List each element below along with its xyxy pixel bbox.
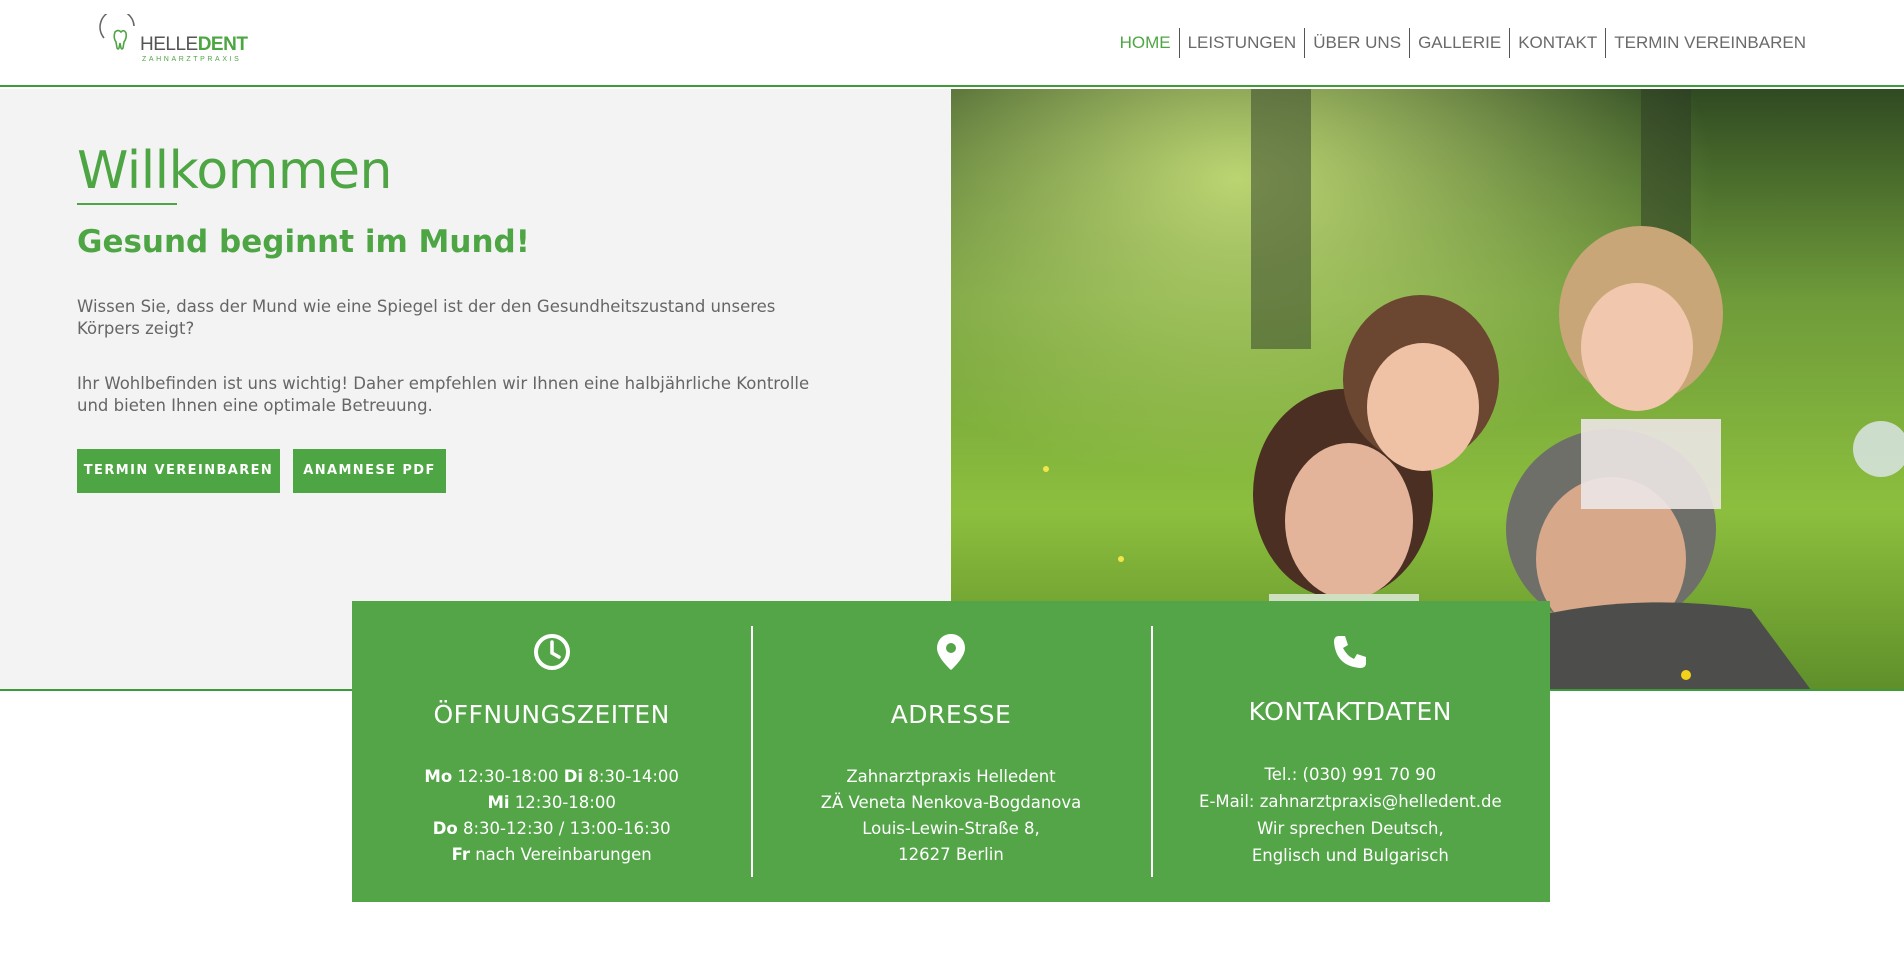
logo-wordmark: HELLEDENT (140, 34, 248, 55)
contact-lines: Tel.: (030) 991 70 90 E-Mail: zahnarztpr… (1151, 761, 1550, 869)
nav-home[interactable]: HOME (1112, 28, 1179, 58)
address-lines: Zahnarztpraxis Helledent ZÄ Veneta Nenko… (751, 764, 1150, 868)
nav-kontakt[interactable]: KONTAKT (1509, 28, 1605, 58)
main-nav: HOME LEISTUNGEN ÜBER UNS GALLERIE KONTAK… (1112, 28, 1814, 58)
logo-tagline: ZAHNARZTPRAXIS (142, 56, 242, 63)
site-header: HELLEDENT ZAHNARZTPRAXIS HOME LEISTUNGEN… (0, 0, 1904, 87)
contact-title: KONTAKTDATEN (1248, 697, 1452, 726)
appointment-button[interactable]: TERMIN VEREINBAREN (77, 449, 280, 493)
title-underline (77, 203, 177, 205)
anamnese-pdf-button[interactable]: ANAMNESE PDF (293, 449, 446, 493)
contact-panel: KONTAKTDATEN Tel.: (030) 991 70 90 E-Mai… (1150, 601, 1550, 902)
nav-termin-vereinbaren[interactable]: TERMIN VEREINBAREN (1605, 28, 1814, 58)
hero-image (951, 89, 1904, 690)
contact-email[interactable]: E-Mail: zahnarztpraxis@helledent.de (1151, 788, 1550, 815)
nav-ueber-uns[interactable]: ÜBER UNS (1304, 28, 1409, 58)
address-line: Louis-Lewin-Straße 8, (862, 819, 1040, 838)
address-title: ADRESSE (890, 700, 1012, 729)
address-panel: ADRESSE Zahnarztpraxis Helledent ZÄ Vene… (751, 601, 1150, 902)
address-line: ZÄ Veneta Nenkova-Bogdanova (820, 793, 1082, 812)
clock-icon (533, 634, 570, 670)
address-line: Zahnarztpraxis Helledent (846, 767, 1056, 786)
contact-phone[interactable]: Tel.: (030) 991 70 90 (1151, 761, 1550, 788)
contact-languages-line: Wir sprechen Deutsch, (1256, 819, 1444, 838)
family-photo (951, 89, 1904, 690)
opening-hours-panel: ÖFFNUNGSZEITEN Mo 12:30-18:00 Di 8:30-14… (352, 601, 751, 902)
logo[interactable]: HELLEDENT ZAHNARZTPRAXIS (98, 14, 248, 68)
address-line: 12627 Berlin (898, 845, 1004, 864)
tooth-logo-icon (99, 14, 135, 50)
map-pin-icon (936, 634, 965, 670)
hero-paragraph-1: Wissen Sie, dass der Mund wie eine Spieg… (77, 297, 776, 338)
info-box: ÖFFNUNGSZEITEN Mo 12:30-18:00 Di 8:30-14… (352, 601, 1550, 902)
contact-languages-line: Englisch und Bulgarisch (1251, 846, 1449, 865)
opening-hours-list: Mo 12:30-18:00 Di 8:30-14:00 Mi 12:30-18… (352, 764, 751, 868)
nav-gallerie[interactable]: GALLERIE (1409, 28, 1509, 58)
phone-icon (1334, 636, 1367, 668)
opening-hours-title: ÖFFNUNGSZEITEN (433, 700, 670, 729)
hero-subtitle: Gesund beginnt im Mund! (77, 224, 530, 260)
hours-line-do: Do 8:30-12:30 / 13:00-16:30 (432, 819, 671, 838)
hours-line-mo-di: Mo 12:30-18:00 Di 8:30-14:00 (424, 767, 679, 786)
hero-paragraph-2: Ihr Wohlbefinden ist uns wichtig! Daher … (77, 374, 810, 415)
hours-line-mi: Mi 12:30-18:00 (487, 793, 616, 812)
hours-line-fr: Fr nach Vereinbarungen (451, 845, 652, 864)
page-title: Willkommen (77, 141, 392, 201)
nav-leistungen[interactable]: LEISTUNGEN (1178, 28, 1305, 58)
